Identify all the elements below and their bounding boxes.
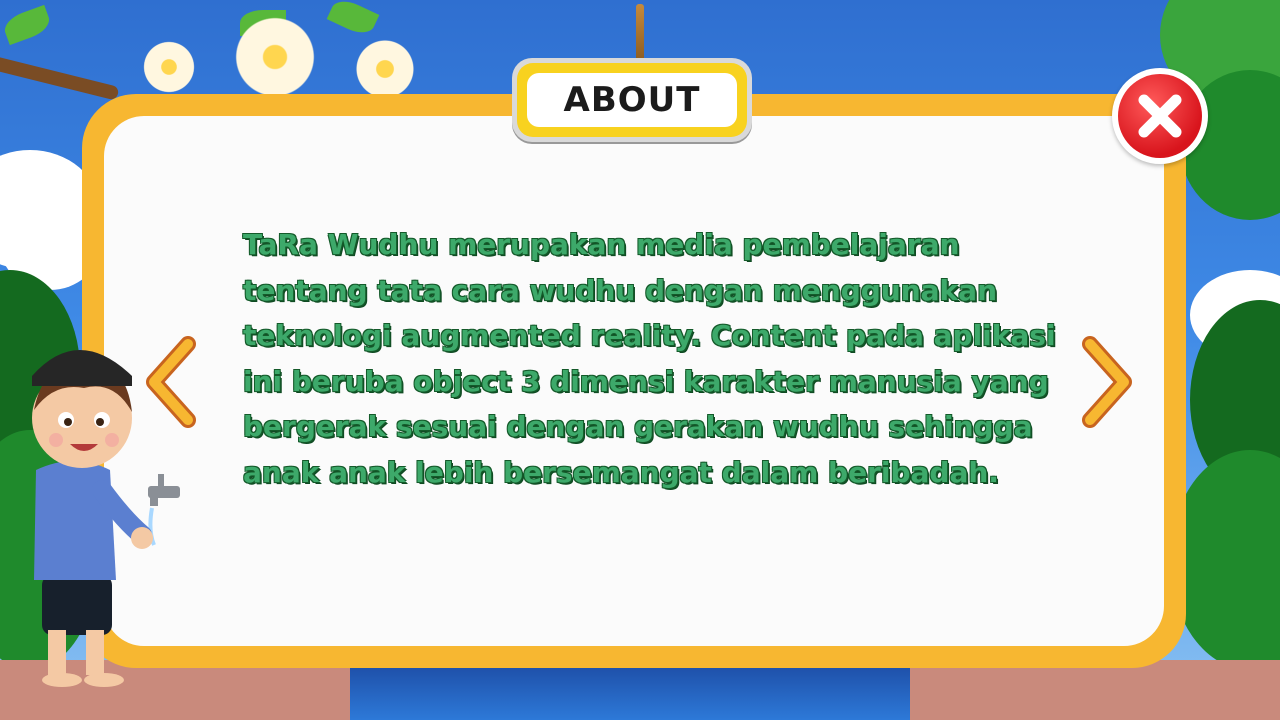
minaret-spire: [636, 4, 644, 64]
flower: [140, 38, 198, 96]
close-button[interactable]: [1112, 68, 1208, 164]
next-page-button[interactable]: [1078, 334, 1136, 430]
title-badge-core: ABOUT: [527, 73, 737, 127]
title-badge: ABOUT: [512, 58, 752, 142]
chevron-right-icon: [1082, 336, 1132, 428]
close-x-icon: [1112, 68, 1208, 164]
leaf: [0, 4, 54, 46]
tree-branch: [0, 53, 120, 101]
about-description: TaRa Wudhu merupakan media pembelajaran …: [243, 228, 1056, 489]
flower: [352, 36, 418, 102]
pool: [350, 661, 910, 720]
tree: [1170, 450, 1280, 670]
flower: [230, 12, 320, 102]
boy-character-illustration: [32, 350, 180, 687]
title-badge-frame: ABOUT: [517, 63, 747, 137]
dialog-title: ABOUT: [563, 80, 701, 120]
leaf: [326, 0, 380, 39]
